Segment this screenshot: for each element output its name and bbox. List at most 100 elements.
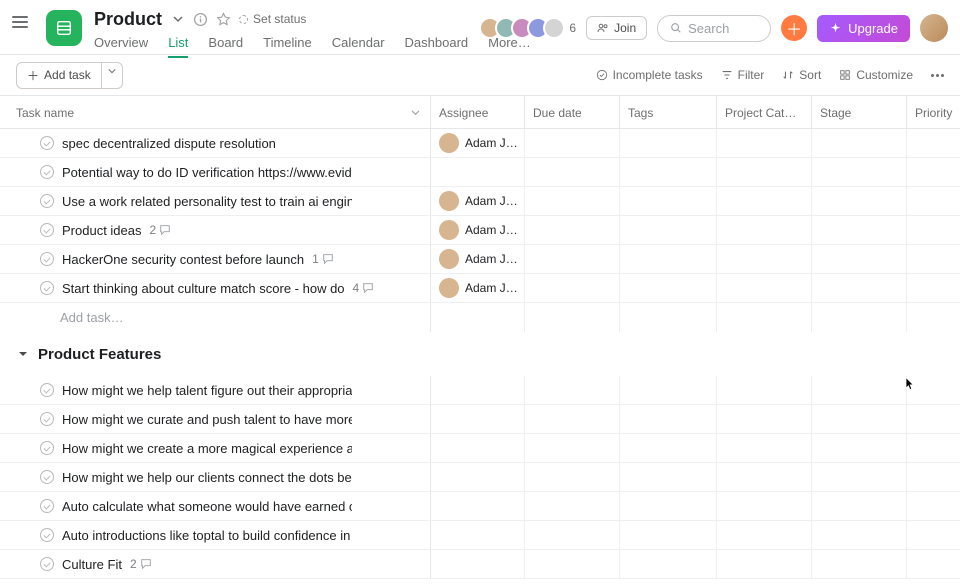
task-name-cell[interactable]: Auto calculate what someone would have e… [0,492,431,520]
assignee-cell[interactable]: Adam Jack… [431,187,525,215]
category-cell[interactable] [717,274,812,302]
stage-cell[interactable] [812,405,907,433]
column-due-date[interactable]: Due date [525,96,620,130]
priority-cell[interactable] [907,521,960,549]
assignee-cell[interactable]: Adam Jack… [431,216,525,244]
tags-cell[interactable] [620,216,717,244]
stage-cell[interactable] [812,129,907,157]
priority-cell[interactable] [907,405,960,433]
task-row[interactable]: How might we help our clients connect th… [0,463,960,492]
column-tags[interactable]: Tags [620,96,717,130]
priority-cell[interactable] [907,463,960,491]
category-cell[interactable] [717,216,812,244]
category-cell[interactable] [717,550,812,578]
join-button[interactable]: Join [586,16,647,40]
stage-cell[interactable] [812,158,907,186]
more-actions-button[interactable] [931,74,944,77]
task-name-cell[interactable]: HackerOne security contest before launch… [0,245,431,273]
complete-checkbox[interactable] [40,165,54,179]
assignee-cell[interactable] [431,434,525,462]
complete-checkbox[interactable] [40,194,54,208]
category-cell[interactable] [717,158,812,186]
task-name-cell[interactable]: Use a work related personality test to t… [0,187,431,215]
comment-count[interactable]: 1 [312,252,334,266]
task-row[interactable]: spec decentralized dispute resolution Ad… [0,129,960,158]
due-date-cell[interactable] [525,245,620,273]
due-date-cell[interactable] [525,216,620,244]
task-name-cell[interactable]: Potential way to do ID verification http… [0,158,431,186]
task-name-cell[interactable]: How might we curate and push talent to h… [0,405,431,433]
complete-checkbox[interactable] [40,470,54,484]
due-date-cell[interactable] [525,521,620,549]
stage-cell[interactable] [812,187,907,215]
add-task-dropdown[interactable] [102,62,123,89]
project-icon[interactable] [46,10,82,46]
stage-cell[interactable] [812,492,907,520]
category-cell[interactable] [717,376,812,404]
complete-checkbox[interactable] [40,441,54,455]
stage-cell[interactable] [812,245,907,273]
category-cell[interactable] [717,129,812,157]
assignee-cell[interactable] [431,492,525,520]
task-name-cell[interactable]: Auto introductions like toptal to build … [0,521,431,549]
task-row[interactable]: Use a work related personality test to t… [0,187,960,216]
complete-checkbox[interactable] [40,528,54,542]
assignee-cell[interactable] [431,405,525,433]
hamburger-icon[interactable] [12,12,32,32]
global-add-button[interactable]: ＋ [781,15,807,41]
assignee-cell[interactable] [431,158,525,186]
add-task-button[interactable]: ＋ Add task [16,62,102,89]
task-name-cell[interactable]: Product ideas 2 [0,216,431,244]
complete-checkbox[interactable] [40,281,54,295]
set-status-button[interactable]: Set status [239,12,306,26]
comment-count[interactable]: 2 [150,223,172,237]
customize-button[interactable]: Customize [839,68,913,82]
info-icon[interactable] [193,12,208,27]
task-name-cell[interactable]: Culture Fit 2 [0,550,431,578]
assignee-cell[interactable] [431,376,525,404]
task-row[interactable]: How might we help talent figure out thei… [0,376,960,405]
stage-cell[interactable] [812,216,907,244]
search-input[interactable]: Search [657,15,771,42]
incomplete-tasks-filter[interactable]: Incomplete tasks [596,68,703,82]
member-avatars[interactable]: 6 [479,17,576,39]
column-stage[interactable]: Stage [812,96,907,130]
complete-checkbox[interactable] [40,136,54,150]
assignee-cell[interactable] [431,550,525,578]
assignee-cell[interactable]: Adam Jack… [431,245,525,273]
category-cell[interactable] [717,245,812,273]
current-user-avatar[interactable] [920,14,948,42]
comment-count[interactable]: 4 [353,281,375,295]
task-row[interactable]: How might we create a more magical exper… [0,434,960,463]
due-date-cell[interactable] [525,463,620,491]
stage-cell[interactable] [812,376,907,404]
task-row[interactable]: Auto calculate what someone would have e… [0,492,960,521]
column-assignee[interactable]: Assignee [431,96,525,130]
assignee-cell[interactable] [431,463,525,491]
task-name-cell[interactable]: How might we help talent figure out thei… [0,376,431,404]
comment-count[interactable]: 2 [130,557,152,571]
task-row[interactable]: Auto introductions like toptal to build … [0,521,960,550]
tags-cell[interactable] [620,187,717,215]
priority-cell[interactable] [907,158,960,186]
assignee-cell[interactable]: Adam Jack… [431,129,525,157]
priority-cell[interactable] [907,492,960,520]
tags-cell[interactable] [620,376,717,404]
chevron-down-icon[interactable] [170,12,185,27]
tags-cell[interactable] [620,245,717,273]
task-row[interactable]: Product ideas 2 Adam Jack… [0,216,960,245]
priority-cell[interactable] [907,245,960,273]
filter-button[interactable]: Filter [721,68,765,82]
task-name-cell[interactable]: spec decentralized dispute resolution [0,129,431,157]
assignee-cell[interactable]: Adam Jack… [431,274,525,302]
task-name-cell[interactable]: How might we help our clients connect th… [0,463,431,491]
priority-cell[interactable] [907,434,960,462]
priority-cell[interactable] [907,376,960,404]
tags-cell[interactable] [620,158,717,186]
due-date-cell[interactable] [525,187,620,215]
tags-cell[interactable] [620,434,717,462]
stage-cell[interactable] [812,521,907,549]
due-date-cell[interactable] [525,376,620,404]
stage-cell[interactable] [812,434,907,462]
project-title[interactable]: Product [94,9,162,30]
